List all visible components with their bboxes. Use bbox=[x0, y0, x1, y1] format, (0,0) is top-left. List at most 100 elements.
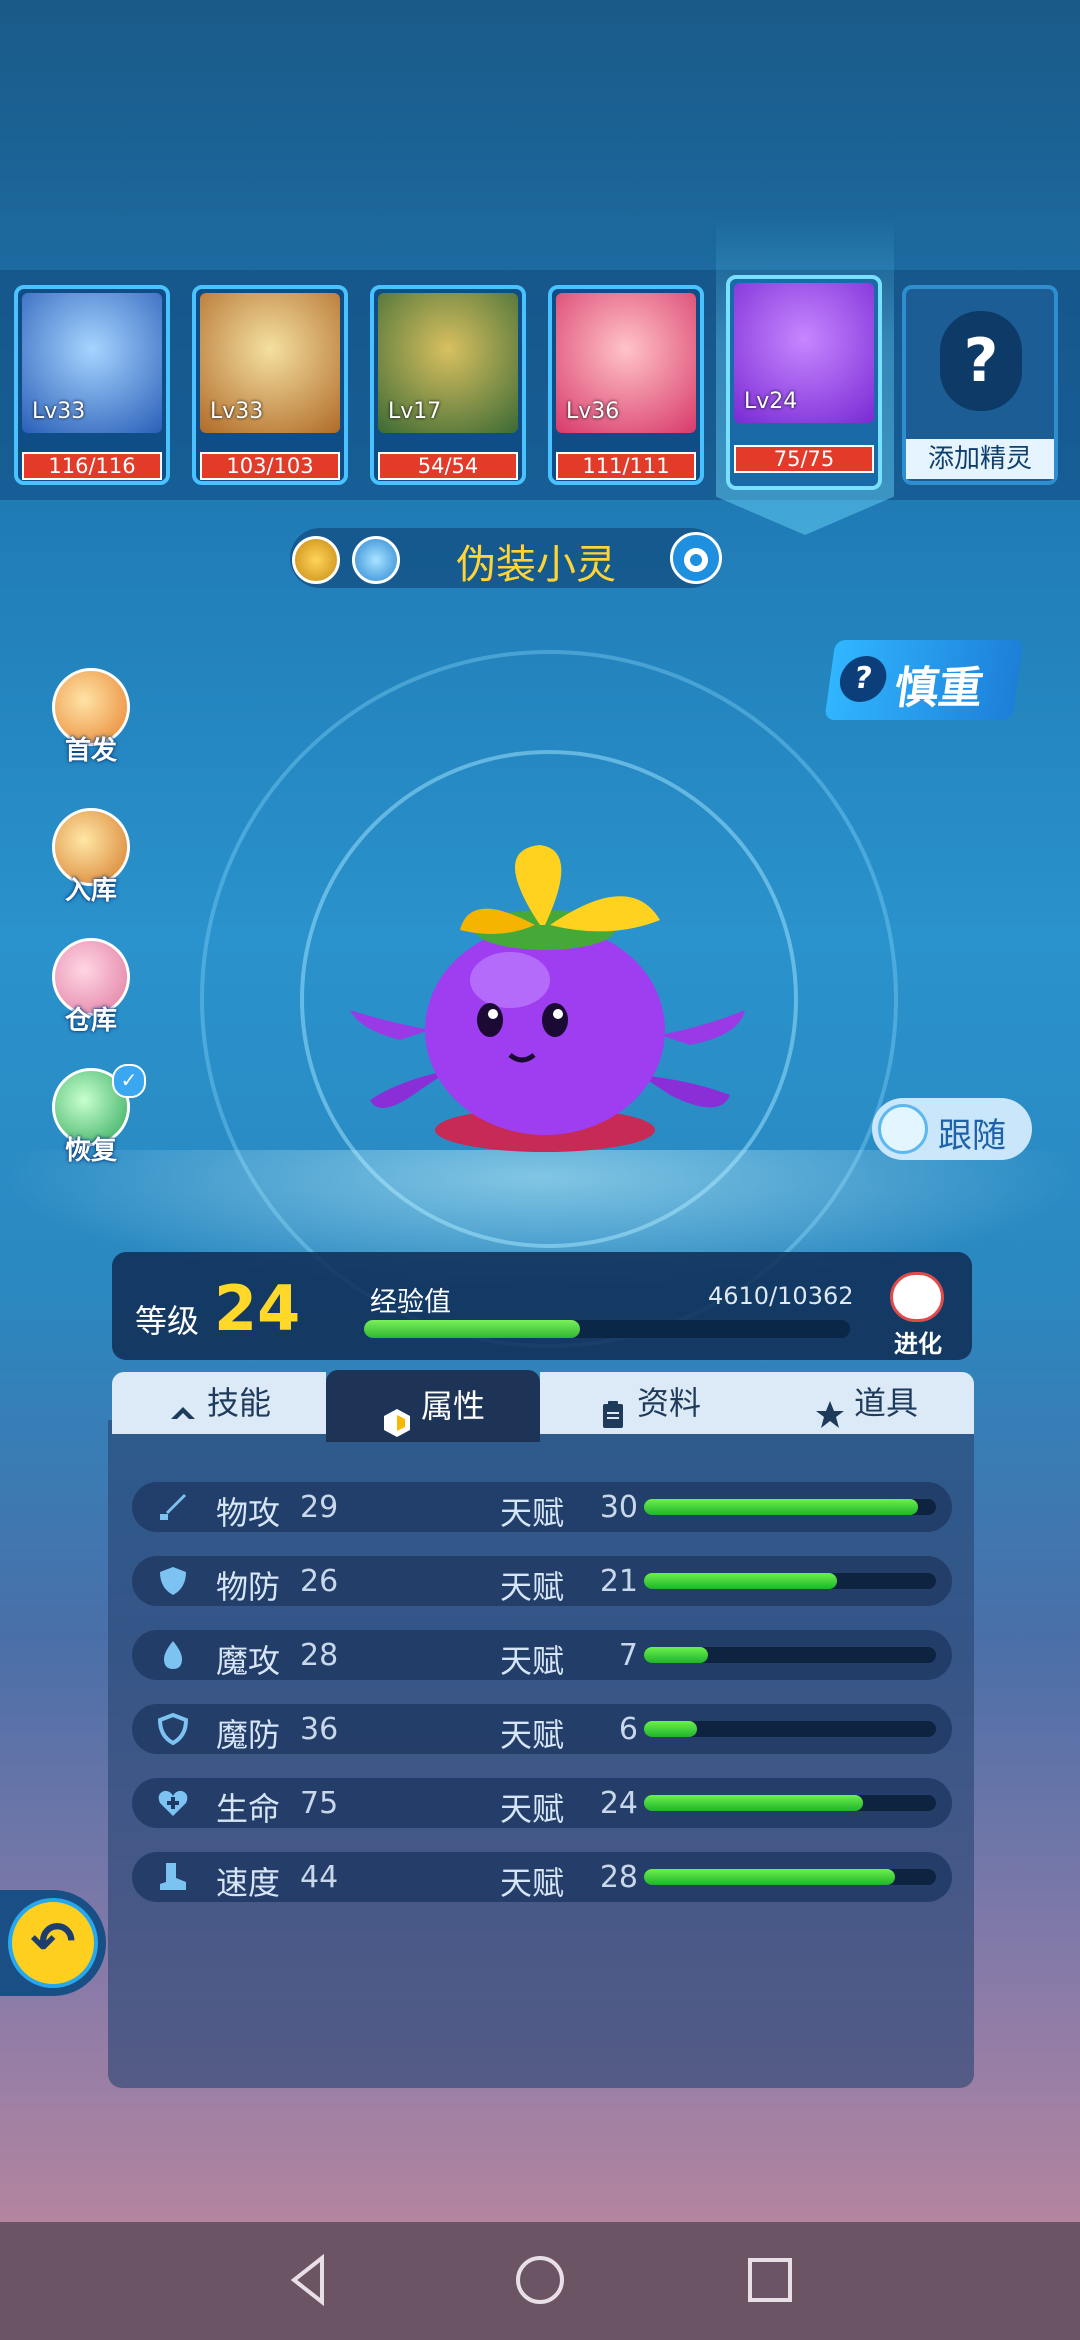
pet-info-icon[interactable] bbox=[670, 532, 722, 584]
exp-bar-fill bbox=[364, 1320, 581, 1338]
stat-value: 29 bbox=[300, 1490, 339, 1525]
evolve-label: 进化 bbox=[894, 1330, 942, 1358]
stat-value: 75 bbox=[300, 1786, 339, 1821]
pet-level: Lv36 bbox=[566, 399, 620, 424]
stat-name: 速度 bbox=[216, 1864, 281, 1902]
pet-hp: 103/103 bbox=[200, 452, 340, 480]
talent-bar-track bbox=[644, 1499, 936, 1515]
thunder-type-icon bbox=[292, 536, 340, 584]
tab-profile[interactable]: 资料 bbox=[540, 1372, 758, 1434]
stat-value: 26 bbox=[300, 1564, 339, 1599]
header-background bbox=[0, 0, 1080, 270]
pet-level: Lv33 bbox=[210, 399, 264, 424]
restore-label: 恢复 bbox=[64, 1136, 117, 1166]
pet-sprite[interactable] bbox=[340, 830, 750, 1170]
talent-bar-fill bbox=[644, 1795, 863, 1811]
talent-label: 天赋 bbox=[500, 1864, 565, 1902]
store-button[interactable]: 入库 bbox=[48, 808, 134, 908]
pet-level: Lv24 bbox=[744, 389, 798, 414]
talent-bar-fill bbox=[644, 1721, 697, 1737]
boot-icon bbox=[156, 1860, 190, 1894]
stat-name: 物防 bbox=[216, 1568, 281, 1606]
nav-back-icon[interactable] bbox=[280, 2250, 340, 2310]
talent-value: 30 bbox=[599, 1490, 638, 1525]
back-arrow-icon: ↶ bbox=[8, 1898, 98, 1988]
talent-bar-track bbox=[644, 1647, 936, 1663]
stat-name: 魔攻 bbox=[216, 1642, 281, 1680]
nav-home-icon[interactable] bbox=[510, 2250, 570, 2310]
exp-label: 经验值 bbox=[370, 1287, 451, 1318]
stat-row-physical-defense: 物防 26 天赋 21 bbox=[132, 1556, 952, 1606]
stat-row-hp: 生命 75 天赋 24 bbox=[132, 1778, 952, 1828]
nature-label: 慎重 bbox=[891, 663, 987, 714]
tab-label: 技能 bbox=[206, 1384, 271, 1422]
nature-badge[interactable]: ? 慎重 bbox=[824, 640, 1024, 720]
talent-label: 天赋 bbox=[500, 1790, 565, 1828]
pet-slot-1[interactable]: Lv33 116/116 bbox=[14, 285, 170, 485]
chevron-up-icon bbox=[167, 1389, 199, 1421]
help-icon: ? bbox=[836, 656, 890, 702]
add-pet-button[interactable]: ? 添加精灵 bbox=[902, 285, 1058, 485]
talent-value: 7 bbox=[618, 1638, 638, 1673]
talent-label: 天赋 bbox=[500, 1494, 565, 1532]
talent-bar-fill bbox=[644, 1869, 896, 1885]
pet-level: Lv33 bbox=[32, 399, 86, 424]
pet-hp: 54/54 bbox=[378, 452, 518, 480]
pet-slot-3[interactable]: Lv17 54/54 bbox=[370, 285, 526, 485]
talent-label: 天赋 bbox=[500, 1568, 565, 1606]
starter-button[interactable]: 首发 bbox=[48, 668, 134, 768]
talent-value: 6 bbox=[618, 1712, 638, 1747]
talent-bar-fill bbox=[644, 1647, 709, 1663]
stat-value: 28 bbox=[300, 1638, 339, 1673]
stat-value: 44 bbox=[300, 1860, 339, 1895]
talent-value: 21 bbox=[599, 1564, 638, 1599]
exp-value: 4610/10362 bbox=[708, 1282, 854, 1310]
system-navigation-bar bbox=[0, 2222, 1080, 2340]
check-icon: ✓ bbox=[112, 1064, 146, 1098]
talent-bar-track bbox=[644, 1573, 936, 1589]
talent-bar-fill bbox=[644, 1573, 837, 1589]
restore-button[interactable]: ✓ 恢复 bbox=[48, 1064, 146, 1168]
wind-type-icon bbox=[352, 536, 400, 584]
talent-bar-track bbox=[644, 1795, 936, 1811]
talent-value: 24 bbox=[599, 1786, 638, 1821]
stat-row-magic-attack: 魔攻 28 天赋 7 bbox=[132, 1630, 952, 1680]
toggle-knob bbox=[878, 1104, 928, 1154]
clipboard-icon bbox=[597, 1389, 629, 1428]
follow-label: 跟随 bbox=[938, 1116, 1006, 1156]
flame-icon bbox=[156, 1638, 190, 1672]
magic-shield-icon bbox=[156, 1712, 190, 1746]
stat-name: 物攻 bbox=[216, 1494, 281, 1532]
pet-hp: 75/75 bbox=[734, 445, 874, 473]
tab-skills[interactable]: 技能 bbox=[112, 1372, 326, 1434]
tab-label: 资料 bbox=[636, 1384, 701, 1422]
nav-recents-icon[interactable] bbox=[740, 2250, 800, 2310]
tab-items[interactable]: 道具 bbox=[758, 1372, 974, 1434]
stat-name: 生命 bbox=[216, 1790, 281, 1828]
level-value: 24 bbox=[214, 1272, 301, 1345]
talent-bar-track bbox=[644, 1721, 936, 1737]
stat-name: 魔防 bbox=[216, 1716, 281, 1754]
evolve-icon bbox=[890, 1272, 944, 1322]
heart-plus-icon bbox=[156, 1786, 190, 1820]
level-label: 等级 bbox=[135, 1302, 200, 1340]
shield-icon bbox=[156, 1564, 190, 1598]
stat-row-speed: 速度 44 天赋 28 bbox=[132, 1852, 952, 1902]
pet-slot-5[interactable]: Lv24 75/75 bbox=[726, 275, 882, 490]
store-label: 入库 bbox=[64, 876, 117, 906]
hexagon-icon bbox=[381, 1392, 413, 1437]
talent-label: 天赋 bbox=[500, 1642, 565, 1680]
pet-hp: 116/116 bbox=[22, 452, 162, 480]
pet-level: Lv17 bbox=[388, 399, 442, 424]
sword-icon bbox=[156, 1490, 190, 1524]
evolve-button[interactable]: 进化 bbox=[880, 1262, 956, 1358]
stat-row-magic-defense: 魔防 36 天赋 6 bbox=[132, 1704, 952, 1754]
pet-slot-2[interactable]: Lv33 103/103 bbox=[192, 285, 348, 485]
tab-attributes[interactable]: 属性 bbox=[326, 1370, 540, 1442]
pet-slot-4[interactable]: Lv36 111/111 bbox=[548, 285, 704, 485]
talent-label: 天赋 bbox=[500, 1716, 565, 1754]
follow-toggle[interactable]: 跟随 bbox=[872, 1098, 1032, 1160]
back-button[interactable]: ↶ bbox=[0, 1890, 106, 1996]
warehouse-button[interactable]: 仓库 bbox=[48, 938, 134, 1038]
question-mark-icon: ? bbox=[940, 311, 1022, 411]
